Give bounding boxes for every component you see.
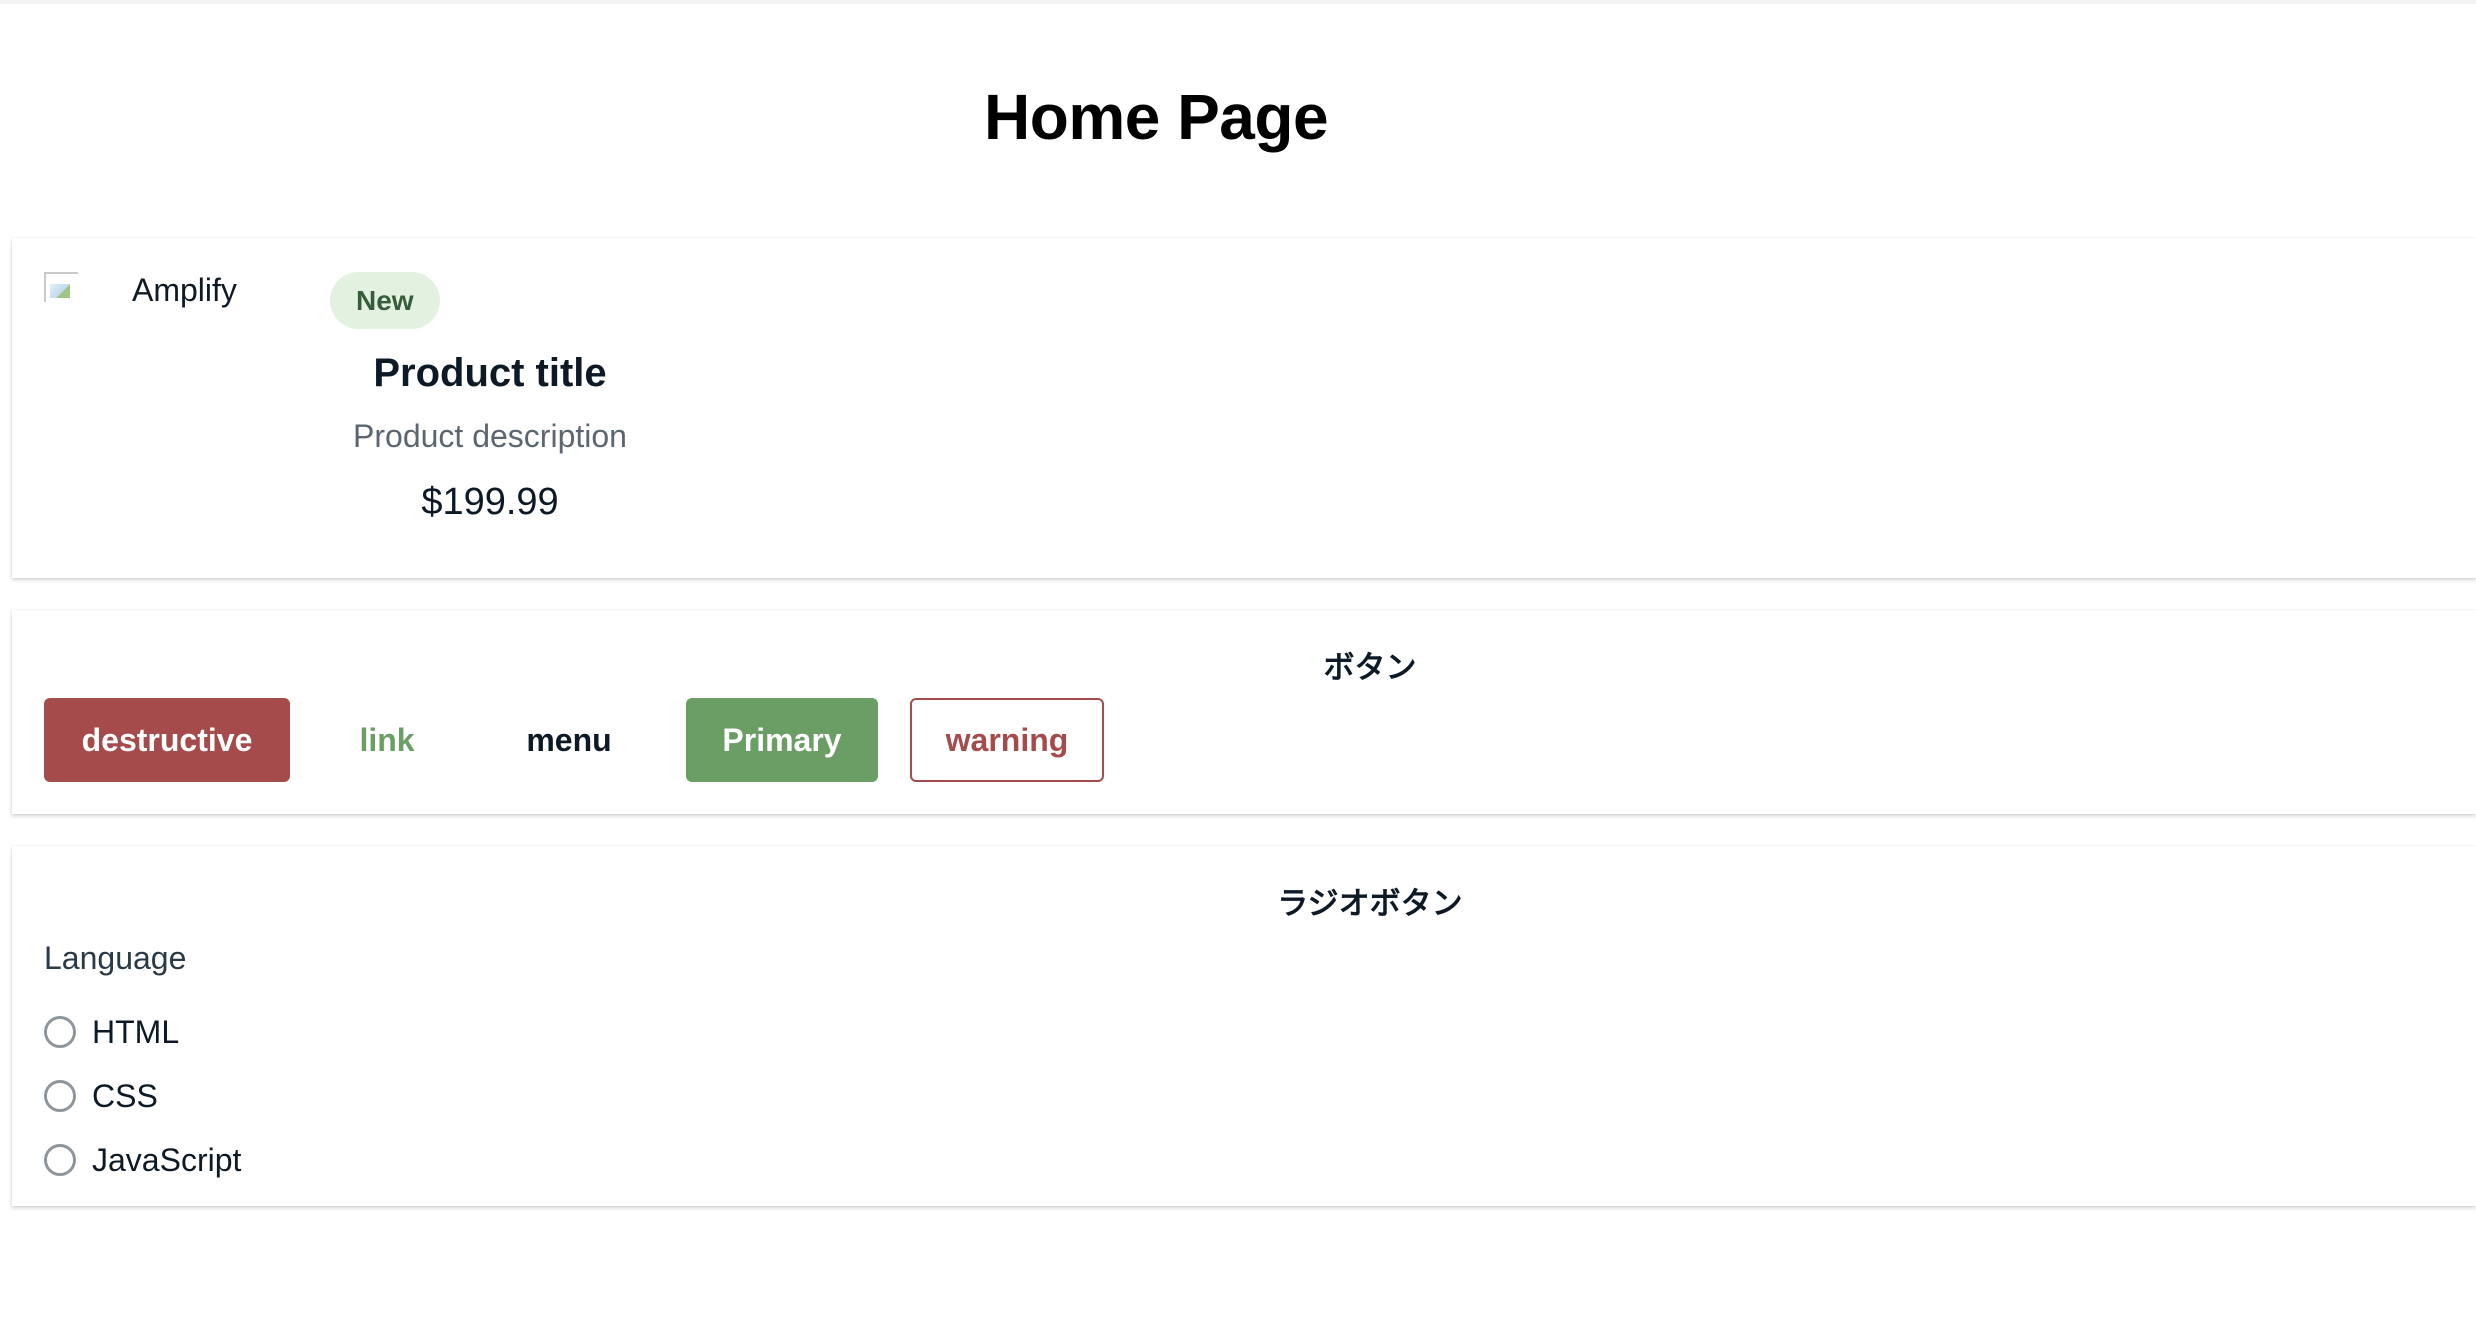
page-title: Home Page [984,81,1329,153]
radio-circle[interactable] [44,1144,76,1176]
new-badge: New [330,272,440,329]
radio-option-css[interactable]: CSS [44,1064,241,1128]
destructive-button[interactable]: destructive [44,698,290,782]
radio-circle[interactable] [44,1016,76,1048]
top-border [0,0,2476,4]
product-description: Product description [353,418,627,454]
buttons-heading: ボタン [1323,650,1417,686]
radio-group-label: Language [44,940,187,976]
product-title: Product title [373,351,607,395]
menu-button[interactable]: menu [484,698,654,782]
radio-option-label: JavaScript [92,1141,242,1178]
buttons-card: ボタン destructive link menu Primary warnin… [12,610,2476,814]
radio-card: ラジオボタン Language HTML CSS JavaScript [12,846,2476,1206]
radio-heading: ラジオボタン [1277,886,1463,922]
product-info: New Product title Product description $1… [330,272,650,524]
radio-option-label: HTML [92,1013,180,1050]
radio-option-label: CSS [92,1077,158,1114]
radio-circle[interactable] [44,1080,76,1112]
product-price: $199.99 [421,481,559,523]
product-card: Amplify New Product title Product descri… [12,238,2476,578]
radio-option-javascript[interactable]: JavaScript [44,1128,241,1192]
broken-image-icon [44,272,78,302]
button-row: destructive link menu Primary warning [44,698,1104,782]
radio-group: HTML CSS JavaScript [44,1000,241,1192]
product-image-alt: Amplify [132,272,237,308]
link-button[interactable]: link [322,698,452,782]
warning-button[interactable]: warning [910,698,1104,782]
product-image: Amplify [44,272,294,312]
radio-option-html[interactable]: HTML [44,1000,241,1064]
primary-button[interactable]: Primary [686,698,878,782]
